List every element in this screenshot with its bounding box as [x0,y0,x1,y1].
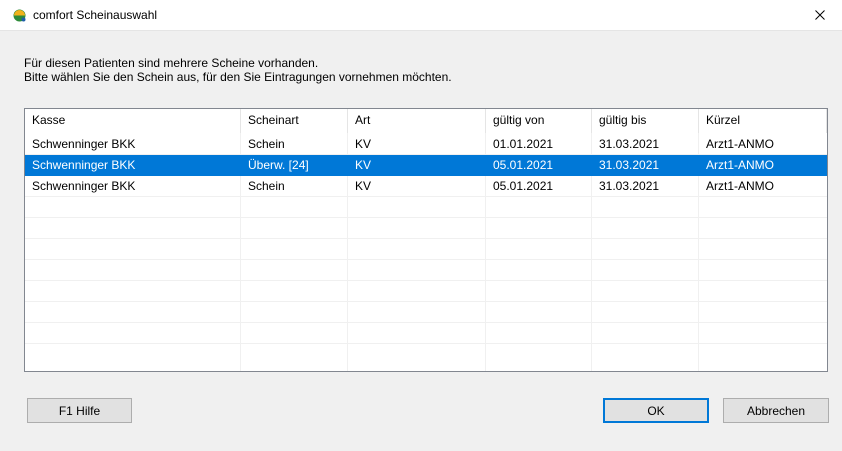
cell-kasse: Schwenninger BKK [32,179,136,193]
close-button[interactable] [798,0,842,30]
instruction-line-2: Bitte wählen Sie den Schein aus, für den… [24,70,452,84]
column-header-art[interactable]: Art [348,109,486,133]
table-header: Kasse Scheinart Art gültig von gültig bi… [25,109,827,133]
column-header-gueltig-von[interactable]: gültig von [486,109,592,133]
table-row[interactable]: Schwenninger BKK Schein KV 05.01.2021 31… [25,176,827,197]
cell-kuerzel: Arzt1-ANMO [706,137,775,151]
column-header-kasse[interactable]: Kasse [25,109,241,133]
cell-scheinart: Schein [248,179,285,193]
cell-kuerzel: Arzt1-ANMO [706,179,775,193]
cell-gueltig-von: 05.01.2021 [493,179,554,193]
ok-button[interactable]: OK [603,398,709,423]
column-header-scheinart[interactable]: Scheinart [241,109,348,133]
cell-gueltig-bis: 31.03.2021 [599,179,660,193]
help-button[interactable]: F1 Hilfe [27,398,132,423]
cell-scheinart: Schein [248,137,285,151]
comfort-logo-icon [13,9,26,22]
close-icon [815,10,825,20]
instruction-line-1: Für diesen Patienten sind mehrere Schein… [24,56,319,70]
cell-gueltig-von: 01.01.2021 [493,137,554,151]
cell-scheinart: Überw. [24] [248,158,309,172]
column-header-kuerzel[interactable]: Kürzel [699,109,827,133]
column-header-gueltig-bis[interactable]: gültig bis [592,109,699,133]
title-bar: comfort Scheinauswahl [0,0,842,31]
window-title: comfort Scheinauswahl [33,8,158,22]
table-row-selected[interactable]: Schwenninger BKK Überw. [24] KV 05.01.20… [25,155,827,176]
schein-table[interactable]: Kasse Scheinart Art gültig von gültig bi… [24,108,828,372]
cell-gueltig-von: 05.01.2021 [493,158,554,172]
cell-art: KV [355,158,372,172]
table-row[interactable]: Schwenninger BKK Schein KV 01.01.2021 31… [25,134,827,155]
cell-gueltig-bis: 31.03.2021 [599,158,660,172]
cell-gueltig-bis: 31.03.2021 [599,137,660,151]
cell-kuerzel: Arzt1-ANMO [706,158,775,172]
cancel-button[interactable]: Abbrechen [723,398,829,423]
cell-kasse: Schwenninger BKK [32,137,136,151]
cell-art: KV [355,137,372,151]
cell-art: KV [355,179,372,193]
cell-kasse: Schwenninger BKK [32,158,136,172]
